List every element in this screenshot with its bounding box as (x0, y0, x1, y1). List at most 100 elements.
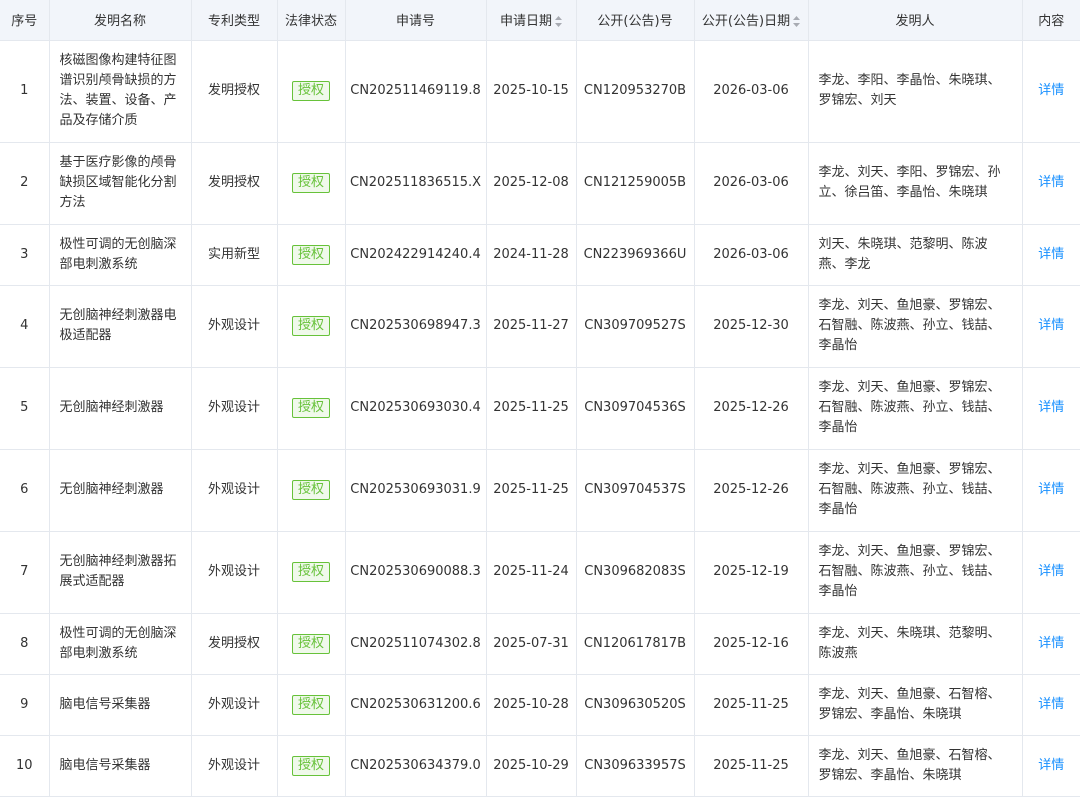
application-date: 2025-11-25 (486, 449, 577, 532)
application-date: 2024-11-28 (486, 224, 577, 286)
patent-name: 极性可调的无创脑深部电刺激系统 (49, 613, 192, 675)
table-row: 8 极性可调的无创脑深部电刺激系统 发明授权 授权 CN202511074302… (0, 613, 1080, 675)
table-row: 6 无创脑神经刺激器 外观设计 授权 CN202530693031.9 2025… (0, 449, 1080, 532)
detail-link[interactable]: 详情 (1038, 318, 1064, 333)
row-index: 4 (0, 285, 50, 368)
detail-link[interactable]: 详情 (1038, 83, 1064, 98)
patent-name: 无创脑神经刺激器 (49, 367, 192, 450)
detail-link[interactable]: 详情 (1038, 697, 1064, 712)
patent-type: 外观设计 (191, 367, 278, 450)
status-badge: 授权 (291, 173, 330, 193)
application-number: CN202530693030.4 (345, 367, 487, 450)
row-index: 8 (0, 613, 50, 675)
col-header-pub-date[interactable]: 公开(公告)日期 (694, 0, 809, 41)
detail-link[interactable]: 详情 (1038, 482, 1064, 497)
publication-number: CN309709527S (576, 285, 695, 368)
patent-type: 实用新型 (191, 224, 278, 286)
patent-name: 无创脑神经刺激器 (49, 449, 192, 532)
publication-number: CN121259005B (576, 142, 695, 225)
application-date: 2025-10-28 (486, 674, 577, 736)
publication-number: CN309630520S (576, 674, 695, 736)
table-row: 9 脑电信号采集器 外观设计 授权 CN202530631200.6 2025-… (0, 674, 1080, 736)
publication-date: 2026-03-06 (694, 142, 809, 225)
status-badge: 授权 (291, 755, 330, 776)
table-row: 7 无创脑神经刺激器拓展式适配器 外观设计 授权 CN202530690088.… (0, 531, 1080, 614)
table-row: 5 无创脑神经刺激器 外观设计 授权 CN202530693030.4 2025… (0, 367, 1080, 450)
table-row: 10 脑电信号采集器 外观设计 授权 CN202530634379.0 2025… (0, 735, 1080, 797)
patent-type: 外观设计 (191, 674, 278, 736)
row-index: 1 (0, 40, 50, 143)
sort-icon[interactable] (555, 16, 562, 28)
publication-number: CN309704537S (576, 449, 695, 532)
col-header-app-date[interactable]: 申请日期 (486, 0, 577, 41)
row-index: 9 (0, 674, 50, 736)
inventors: 李龙、刘天、鱼旭豪、罗锦宏、石智融、陈波燕、孙立、钱喆、李晶怡 (808, 285, 1023, 368)
patent-name: 无创脑神经刺激器电极适配器 (49, 285, 192, 368)
status-badge: 授权 (291, 562, 330, 582)
inventors: 李龙、刘天、朱晓琪、范黎明、陈波燕 (808, 613, 1023, 675)
application-number: CN202530693031.9 (345, 449, 487, 532)
detail-link[interactable]: 详情 (1038, 247, 1064, 262)
inventors: 李龙、刘天、鱼旭豪、石智榕、罗锦宏、李晶怡、朱晓琪 (808, 674, 1023, 736)
application-date: 2025-10-15 (486, 40, 577, 143)
row-index: 6 (0, 449, 50, 532)
publication-number: CN223969366U (576, 224, 695, 286)
sort-icon[interactable] (793, 16, 801, 28)
table-row: 3 极性可调的无创脑深部电刺激系统 实用新型 授权 CN202422914240… (0, 224, 1080, 286)
table-row: 2 基于医疗影像的颅骨缺损区域智能化分割方法 发明授权 授权 CN2025118… (0, 142, 1080, 225)
application-number: CN202511074302.8 (345, 613, 487, 675)
publication-date: 2025-12-30 (694, 285, 809, 368)
status-badge: 授权 (291, 398, 330, 418)
patent-type: 发明授权 (191, 142, 278, 225)
application-number: CN202511836515.X (345, 142, 487, 225)
col-header-index: 序号 (0, 0, 50, 41)
inventors: 李龙、李阳、李晶怡、朱晓琪、罗锦宏、刘天 (808, 40, 1023, 143)
detail-link[interactable]: 详情 (1038, 636, 1064, 651)
publication-date: 2025-11-25 (694, 735, 809, 797)
patent-name: 无创脑神经刺激器拓展式适配器 (49, 531, 192, 614)
inventors: 李龙、刘天、鱼旭豪、罗锦宏、石智融、陈波燕、孙立、钱喆、李晶怡 (808, 449, 1023, 532)
patent-type: 发明授权 (191, 613, 278, 675)
patent-name: 核磁图像构建特征图谱识别颅骨缺损的方法、装置、设备、产品及存储介质 (49, 40, 192, 143)
col-header-status: 法律状态 (277, 0, 346, 41)
status-badge: 授权 (291, 244, 330, 265)
detail-link[interactable]: 详情 (1038, 175, 1064, 190)
table-row: 4 无创脑神经刺激器电极适配器 外观设计 授权 CN202530698947.3… (0, 285, 1080, 368)
publication-date: 2026-03-06 (694, 224, 809, 286)
table-row: 1 核磁图像构建特征图谱识别颅骨缺损的方法、装置、设备、产品及存储介质 发明授权… (0, 40, 1080, 143)
status-badge: 授权 (291, 633, 330, 654)
application-number: CN202511469119.8 (345, 40, 487, 143)
publication-date: 2025-12-26 (694, 449, 809, 532)
publication-number: CN309633957S (576, 735, 695, 797)
publication-number: CN309682083S (576, 531, 695, 614)
table-header-row: 序号 发明名称 专利类型 法律状态 申请号 申请日期 公开(公告)号 公开(公告… (0, 0, 1080, 41)
status-badge: 授权 (291, 81, 330, 101)
publication-date: 2025-12-26 (694, 367, 809, 450)
patent-type: 外观设计 (191, 735, 278, 797)
application-date: 2025-10-29 (486, 735, 577, 797)
patent-name: 脑电信号采集器 (49, 674, 192, 736)
col-header-pub-no: 公开(公告)号 (576, 0, 695, 41)
publication-number: CN309704536S (576, 367, 695, 450)
application-date: 2025-11-27 (486, 285, 577, 368)
col-header-type: 专利类型 (191, 0, 278, 41)
application-date: 2025-12-08 (486, 142, 577, 225)
detail-link[interactable]: 详情 (1038, 400, 1064, 415)
status-badge: 授权 (291, 480, 330, 500)
patent-table: 序号 发明名称 专利类型 法律状态 申请号 申请日期 公开(公告)号 公开(公告… (0, 0, 1080, 797)
status-badge: 授权 (291, 694, 330, 715)
publication-date: 2026-03-06 (694, 40, 809, 143)
detail-link[interactable]: 详情 (1038, 758, 1064, 773)
status-badge: 授权 (291, 316, 330, 336)
inventors: 刘天、朱晓琪、范黎明、陈波燕、李龙 (808, 224, 1023, 286)
detail-link[interactable]: 详情 (1038, 564, 1064, 579)
row-index: 10 (0, 735, 50, 797)
application-number: CN202530698947.3 (345, 285, 487, 368)
application-number: CN202422914240.4 (345, 224, 487, 286)
publication-date: 2025-12-19 (694, 531, 809, 614)
patent-name: 极性可调的无创脑深部电刺激系统 (49, 224, 192, 286)
inventors: 李龙、刘天、鱼旭豪、罗锦宏、石智融、陈波燕、孙立、钱喆、李晶怡 (808, 531, 1023, 614)
application-number: CN202530634379.0 (345, 735, 487, 797)
patent-name: 脑电信号采集器 (49, 735, 192, 797)
application-date: 2025-11-24 (486, 531, 577, 614)
